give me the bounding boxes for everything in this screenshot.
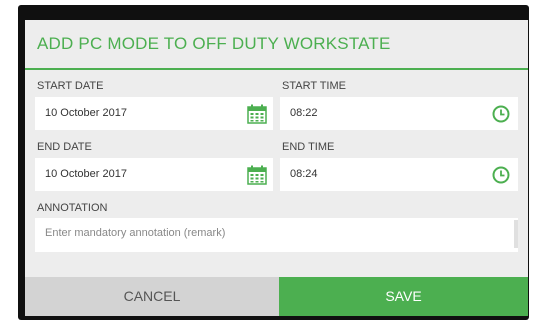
clock-icon[interactable] bbox=[492, 105, 510, 123]
start-date-field[interactable]: 10 October 2017 bbox=[35, 97, 273, 130]
annotation-input[interactable]: Enter mandatory annotation (remark) bbox=[35, 218, 518, 252]
end-date-field[interactable]: 10 October 2017 bbox=[35, 158, 273, 191]
annotation-placeholder: Enter mandatory annotation (remark) bbox=[45, 227, 226, 239]
start-date-label: START DATE bbox=[37, 80, 104, 92]
start-time-field[interactable]: 08:22 bbox=[280, 97, 518, 130]
cancel-button[interactable]: CANCEL bbox=[25, 277, 279, 316]
calendar-icon[interactable] bbox=[247, 104, 267, 124]
end-time-label: END TIME bbox=[282, 141, 335, 153]
add-pc-mode-dialog: ADD PC MODE TO OFF DUTY WORKSTATE START … bbox=[25, 20, 528, 316]
end-date-label: END DATE bbox=[37, 141, 92, 153]
calendar-icon[interactable] bbox=[247, 165, 267, 185]
title-divider bbox=[25, 68, 528, 70]
annotation-label: ANNOTATION bbox=[37, 202, 108, 214]
start-date-value: 10 October 2017 bbox=[45, 107, 127, 119]
start-time-label: START TIME bbox=[282, 80, 346, 92]
save-button[interactable]: SAVE bbox=[279, 277, 528, 316]
end-time-field[interactable]: 08:24 bbox=[280, 158, 518, 191]
dialog-title: ADD PC MODE TO OFF DUTY WORKSTATE bbox=[37, 34, 391, 53]
clock-icon[interactable] bbox=[492, 166, 510, 184]
start-time-value: 08:22 bbox=[290, 107, 318, 119]
annotation-scrollbar[interactable] bbox=[514, 220, 518, 248]
end-time-value: 08:24 bbox=[290, 168, 318, 180]
end-date-value: 10 October 2017 bbox=[45, 168, 127, 180]
